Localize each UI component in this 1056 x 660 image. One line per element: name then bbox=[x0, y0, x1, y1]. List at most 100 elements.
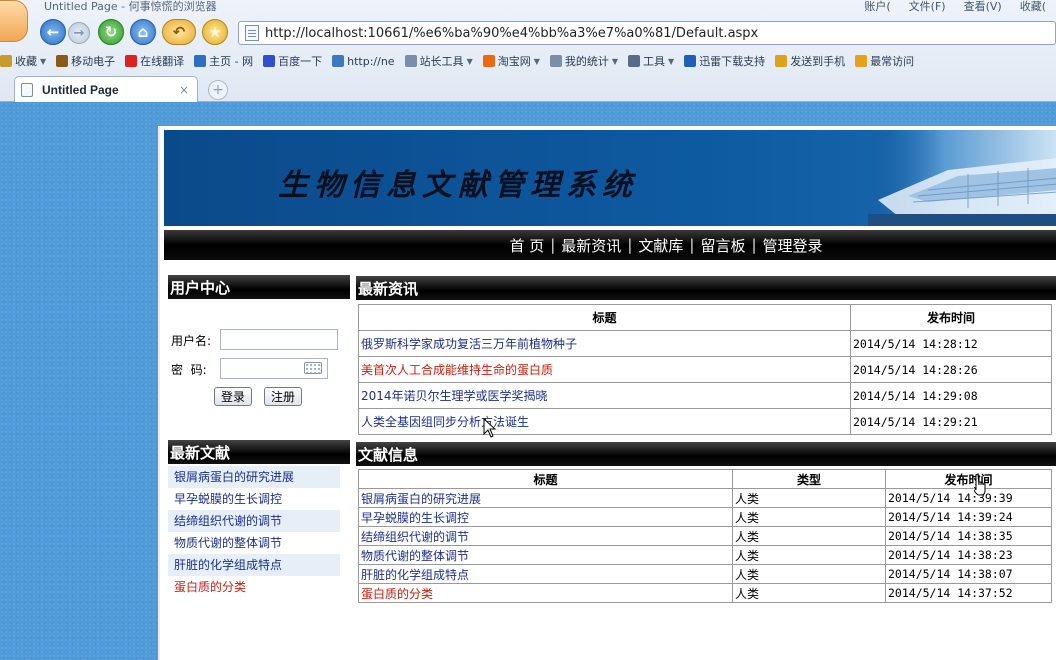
favorites-button[interactable]: ★ bbox=[202, 19, 228, 45]
table-row: 结缔组织代谢的调节 人类 2014/5/14 14:38:35 bbox=[358, 526, 1052, 546]
table-row: 蛋白质的分类 人类 2014/5/14 14:37:52 bbox=[358, 583, 1052, 603]
register-button[interactable]: 注册 bbox=[264, 387, 303, 406]
nav-latest-news[interactable]: 最新资讯 bbox=[555, 235, 627, 256]
back-button[interactable]: ← bbox=[40, 19, 66, 45]
doc-link[interactable]: 结缔组织代谢的调节 bbox=[361, 530, 469, 544]
mouse-pointer-icon bbox=[483, 418, 497, 438]
table-row: 人类全基因组同步分析方法诞生 2014/5/14 14:29:21 bbox=[358, 408, 1052, 435]
star-icon: ★ bbox=[208, 23, 222, 41]
doc-link[interactable]: 结缔组织代谢的调节 bbox=[174, 514, 282, 528]
page-icon bbox=[21, 82, 33, 97]
address-bar[interactable] bbox=[238, 21, 1056, 45]
news-title-cell: 美首次人工合成能维持生命的蛋白质 bbox=[358, 356, 851, 383]
menu-view[interactable]: 查看(V) bbox=[964, 0, 1002, 14]
chevron-down-icon[interactable]: ▼ bbox=[534, 57, 540, 66]
bookmark-item[interactable]: 淘宝网 ▼ bbox=[482, 53, 540, 69]
send-phone-icon bbox=[775, 55, 788, 67]
doc-link[interactable]: 物质代谢的整体调节 bbox=[361, 549, 469, 563]
bookmark-item[interactable]: http://ne bbox=[332, 54, 395, 68]
home-button[interactable]: ⌂ bbox=[130, 19, 156, 45]
url-input[interactable] bbox=[265, 25, 1045, 41]
doc-link[interactable]: 物质代谢的整体调节 bbox=[174, 536, 282, 550]
nav-home[interactable]: 首 页 bbox=[503, 235, 550, 256]
bookmark-label: 在线翻译 bbox=[140, 55, 185, 68]
username-input[interactable] bbox=[220, 329, 338, 350]
doc-link[interactable]: 银屑病蛋白的研究进展 bbox=[361, 492, 481, 506]
doc-link[interactable]: 早孕蜕膜的生长调控 bbox=[174, 492, 282, 506]
menu-favorites[interactable]: 收藏( bbox=[1020, 0, 1046, 14]
column-header-time: 发布时间 bbox=[850, 304, 1052, 331]
taobao-icon bbox=[482, 55, 495, 67]
home-page-icon bbox=[194, 55, 207, 67]
login-button[interactable]: 登录 bbox=[214, 387, 253, 406]
list-item[interactable]: 银屑病蛋白的研究进展 bbox=[168, 466, 340, 488]
news-link[interactable]: 2014年诺贝尔生理学或医学奖揭晓 bbox=[361, 389, 548, 403]
doc-info-table: 标题 类型 发布时间 银屑病蛋白的研究进展 人类 2014/5/14 14:39:3… bbox=[358, 469, 1052, 603]
refresh-icon: ↻ bbox=[104, 23, 118, 41]
bookmark-item[interactable]: 迅雷下载支持 bbox=[684, 53, 765, 69]
doc-link[interactable]: 早孕蜕膜的生长调控 bbox=[361, 511, 469, 525]
bookmark-label: http://ne bbox=[347, 54, 395, 68]
new-tab-button[interactable]: + bbox=[208, 80, 228, 100]
forward-button[interactable]: → bbox=[68, 22, 90, 44]
chevron-down-icon[interactable]: ▼ bbox=[40, 57, 46, 66]
title-bar: Untitled Page - 何事惊慌的浏览器 账户( 文件(F) 查看(V)… bbox=[0, 0, 1056, 14]
bookmark-item[interactable]: 发送到手机 bbox=[775, 53, 845, 69]
news-time-cell: 2014/5/14 14:29:08 bbox=[850, 382, 1052, 409]
bookmark-label: 站长工具 bbox=[419, 55, 464, 68]
bookmark-item[interactable]: 收藏 ▼ bbox=[0, 53, 46, 69]
nav-message-board[interactable]: 留言板 bbox=[694, 235, 751, 256]
window-title: Untitled Page - 何事惊慌的浏览器 bbox=[44, 0, 217, 13]
bookmark-item[interactable]: 在线翻译 bbox=[125, 53, 184, 69]
doc-link[interactable]: 肝脏的化学组成特点 bbox=[174, 558, 282, 572]
page-icon bbox=[549, 55, 562, 67]
menu-account[interactable]: 账户( bbox=[864, 0, 890, 14]
table-row: 物质代谢的整体调节 人类 2014/5/14 14:38:23 bbox=[358, 545, 1052, 565]
bookmark-label: 移动电子 bbox=[71, 55, 116, 68]
close-icon[interactable]: × bbox=[179, 83, 189, 97]
nav-admin-login[interactable]: 管理登录 bbox=[757, 235, 829, 256]
news-link[interactable]: 俄罗斯科学家成功复活三万年前植物种子 bbox=[361, 337, 577, 351]
bookmark-item[interactable]: 移动电子 bbox=[56, 53, 115, 69]
table-row: 银屑病蛋白的研究进展 人类 2014/5/14 14:39:39 bbox=[358, 488, 1052, 508]
frequent-icon bbox=[855, 55, 868, 67]
list-item[interactable]: 早孕蜕膜的生长调控 bbox=[168, 488, 340, 510]
password-label: 密 码: bbox=[171, 363, 207, 377]
hand-cursor-icon bbox=[974, 474, 986, 496]
chevron-down-icon[interactable]: ▼ bbox=[668, 57, 674, 66]
doc-link[interactable]: 蛋白质的分类 bbox=[361, 587, 433, 601]
list-item[interactable]: 肝脏的化学组成特点 bbox=[168, 554, 340, 576]
chevron-down-icon[interactable]: ▼ bbox=[467, 57, 473, 66]
list-item[interactable]: 蛋白质的分类 bbox=[168, 576, 340, 598]
undo-close-button[interactable]: ↶ bbox=[162, 19, 196, 45]
column-header-type: 类型 bbox=[732, 469, 886, 489]
news-link[interactable]: 人类全基因组同步分析方法诞生 bbox=[361, 415, 529, 429]
bookmark-item[interactable]: 工具 ▼ bbox=[628, 53, 674, 69]
doc-time-cell: 2014/5/14 14:37:52 bbox=[885, 583, 1052, 603]
doc-link[interactable]: 肝脏的化学组成特点 bbox=[361, 568, 469, 582]
doc-link[interactable]: 银屑病蛋白的研究进展 bbox=[174, 470, 294, 484]
thunder-icon bbox=[684, 55, 697, 67]
news-link[interactable]: 美首次人工合成能维持生命的蛋白质 bbox=[361, 363, 553, 377]
bookmark-item[interactable]: 我的统计 ▼ bbox=[549, 53, 618, 69]
list-item[interactable]: 结缔组织代谢的调节 bbox=[168, 510, 340, 532]
bookmark-item[interactable]: 主页 - 网 bbox=[194, 53, 253, 69]
doc-type-cell: 人类 bbox=[732, 488, 886, 508]
refresh-button[interactable]: ↻ bbox=[98, 19, 124, 45]
page-icon bbox=[245, 25, 259, 41]
tab-strip: Untitled Page × + bbox=[0, 74, 1056, 102]
news-title-cell: 人类全基因组同步分析方法诞生 bbox=[358, 408, 851, 435]
doc-time-cell: 2014/5/14 14:39:24 bbox=[885, 507, 1052, 527]
bookmark-item[interactable]: 最常访问 bbox=[855, 53, 914, 69]
doc-link[interactable]: 蛋白质的分类 bbox=[174, 580, 246, 594]
menu-file[interactable]: 文件(F) bbox=[909, 0, 946, 14]
keyboard-icon[interactable] bbox=[304, 362, 322, 374]
bookmark-item[interactable]: 百度一下 bbox=[263, 53, 322, 69]
tab-untitled-page[interactable]: Untitled Page × bbox=[14, 76, 198, 102]
bookmark-item[interactable]: 站长工具 ▼ bbox=[404, 53, 473, 69]
doc-title-cell: 蛋白质的分类 bbox=[358, 583, 733, 603]
list-item[interactable]: 物质代谢的整体调节 bbox=[168, 532, 340, 554]
nav-literature-library[interactable]: 文献库 bbox=[632, 235, 689, 256]
favorites-icon bbox=[0, 55, 12, 67]
chevron-down-icon[interactable]: ▼ bbox=[612, 57, 618, 66]
